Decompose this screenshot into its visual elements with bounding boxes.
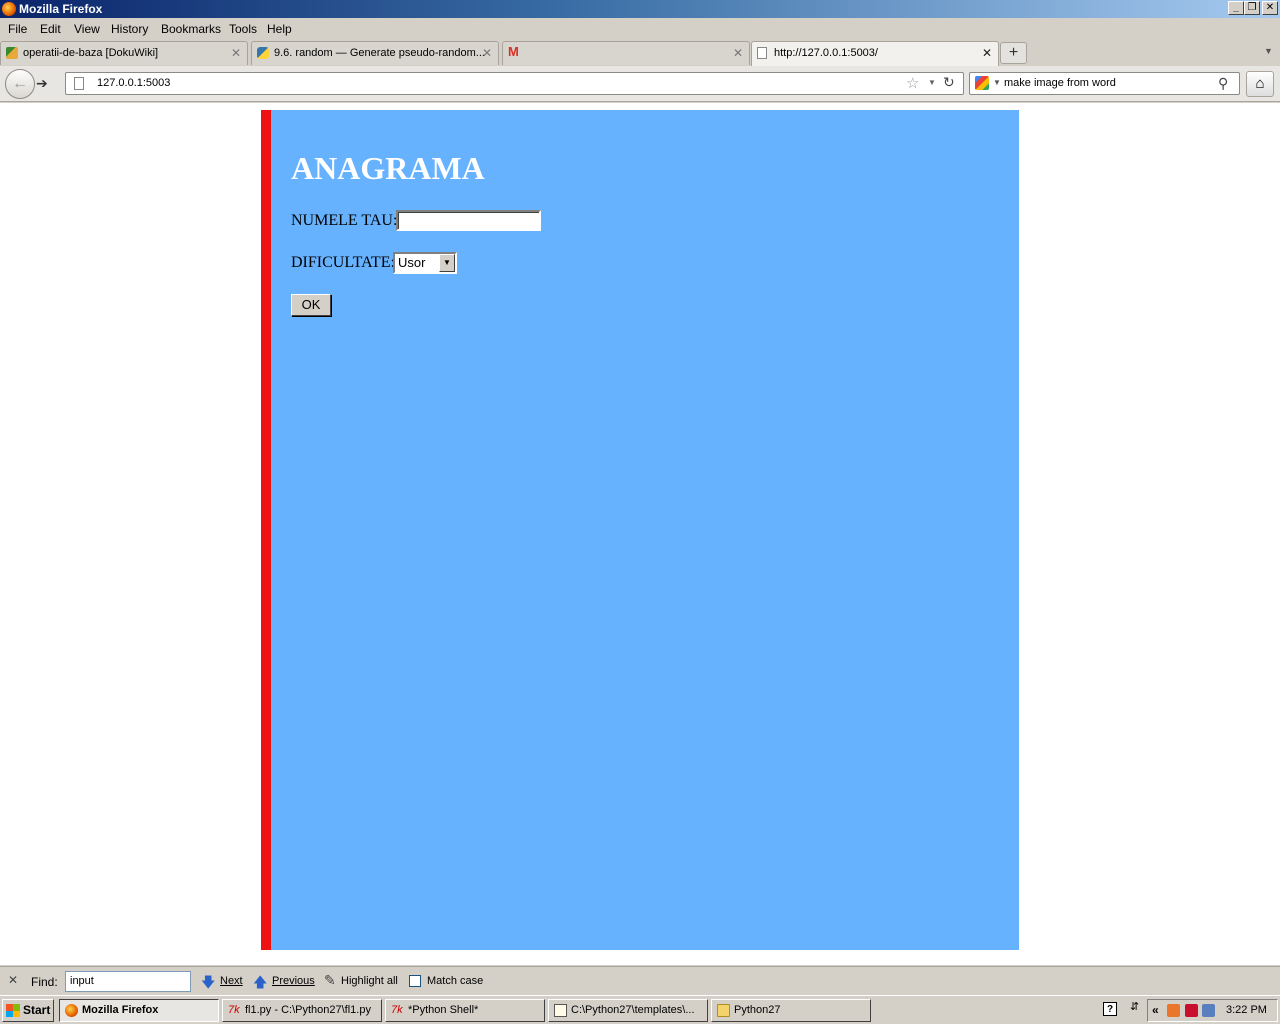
tab-gmail[interactable]: M ✕ [502,41,750,65]
menu-tools[interactable]: Tools [229,22,257,36]
acrobat-icon[interactable] [1185,1004,1198,1017]
taskbar-item-python-shell[interactable]: 7k *Python Shell* [385,999,545,1022]
search-engine-dropdown-icon[interactable]: ▼ [993,78,1001,87]
match-case-label[interactable]: Match case [427,975,483,987]
home-button[interactable]: ⌂ [1246,71,1274,97]
taskbar-item-label: Python27 [734,1004,781,1016]
window-title: Mozilla Firefox [19,2,103,16]
close-tab-icon[interactable]: ✕ [231,42,241,64]
start-label: Start [23,1003,51,1017]
arrow-up-icon[interactable]: 🡅 [253,972,267,996]
search-magnifier-icon[interactable]: ⚲ [1218,75,1228,92]
taskbar-item-firefox[interactable]: Mozilla Firefox [59,999,219,1022]
url-bar[interactable]: 127.0.0.1:5003 ☆ ▼ ↻ [65,72,964,95]
find-previous-button[interactable]: Previous [272,975,315,987]
name-input[interactable] [396,210,541,231]
highlight-all-button[interactable]: Highlight all [341,975,398,987]
chevron-down-icon[interactable]: ▼ [439,254,455,272]
close-tab-icon[interactable]: ✕ [982,42,992,64]
find-next-button[interactable]: Next [220,975,243,987]
google-engine-icon[interactable] [975,76,989,90]
clock[interactable]: 3:22 PM [1226,1004,1267,1016]
tab-title: 9.6. random — Generate pseudo-random... [274,47,485,59]
find-bar: ✕ Find: input 🡇 Next 🡅 Previous ✎ Highli… [0,966,1280,995]
taskbar-item-fl1-py[interactable]: 7k fl1.py - C:\Python27\fl1.py [222,999,382,1022]
menu-file[interactable]: File [8,22,27,36]
show-hidden-icons-chevron-icon[interactable]: « [1152,1003,1159,1017]
find-input[interactable]: input [65,971,191,992]
tab-title: operatii-de-baza [DokuWiki] [23,47,159,59]
close-find-bar-icon[interactable]: ✕ [8,973,18,987]
tab-list-chevron-icon[interactable]: ▼ [1264,46,1273,56]
forward-button[interactable]: ➔ [36,75,48,92]
anagrama-panel: ANAGRAMA NUMELE TAU: DIFICULTATE: Usor ▼… [261,110,1019,950]
difficulty-label: DIFICULTATE: [291,254,395,271]
back-arrow-icon: ← [12,75,28,92]
match-case-checkbox[interactable] [409,975,421,987]
window-titlebar: Mozilla Firefox _ ❐ ✕ [0,0,1280,18]
network-icon[interactable] [1202,1004,1215,1017]
windows-taskbar: Start Mozilla Firefox 7k fl1.py - C:\Pyt… [0,995,1280,1024]
menu-view[interactable]: View [74,22,100,36]
new-tab-button[interactable]: + [1000,42,1027,64]
start-button[interactable]: Start [2,999,54,1022]
page-viewport: ANAGRAMA NUMELE TAU: DIFICULTATE: Usor ▼… [0,103,1280,965]
taskbar-item-label: fl1.py - C:\Python27\fl1.py [245,1004,371,1016]
back-button[interactable]: ← [5,69,35,99]
menu-history[interactable]: History [111,22,148,36]
tab-title: http://127.0.0.1:5003/ [774,47,878,59]
home-icon: ⌂ [1255,75,1265,92]
menu-bar: File Edit View History Bookmarks Tools H… [0,18,1280,39]
highlighter-icon[interactable]: ✎ [324,972,336,989]
arrow-down-icon[interactable]: 🡇 [201,972,215,996]
bookmark-star-icon[interactable]: ☆ [906,74,919,92]
language-bar-icon[interactable]: ⇵ [1130,1000,1139,1013]
search-input[interactable]: make image from word [1004,77,1116,89]
idle-icon: 7k [391,1004,403,1016]
taskbar-item-label: Mozilla Firefox [82,1004,159,1016]
gmail-icon: M [508,44,519,59]
close-tab-icon[interactable]: ✕ [733,42,743,64]
taskbar-item-label: *Python Shell* [408,1004,479,1016]
dokuwiki-icon [6,47,18,59]
difficulty-select[interactable]: Usor ▼ [393,252,457,274]
page-title: ANAGRAMA [291,150,485,186]
forward-arrow-icon: ➔ [36,75,48,91]
navigation-toolbar: ← ➔ 127.0.0.1:5003 ☆ ▼ ↻ ▼ make image fr… [0,66,1280,102]
help-icon[interactable]: ? [1103,1002,1117,1016]
menu-edit[interactable]: Edit [40,22,61,36]
taskbar-item-label: C:\Python27\templates\... [571,1004,695,1016]
idle-icon: 7k [228,1004,240,1016]
tab-python-random[interactable]: 9.6. random — Generate pseudo-random... … [251,41,499,65]
site-identity-icon[interactable] [74,77,84,90]
difficulty-selected-value: Usor [398,255,426,270]
name-label: NUMELE TAU: [291,212,398,229]
find-label: Find: [31,975,58,989]
tab-strip: operatii-de-baza [DokuWiki] ✕ 9.6. rando… [0,39,1280,66]
page-icon [757,47,767,59]
firefox-logo-icon [2,2,16,16]
windows-logo-icon [6,1004,20,1017]
close-window-button[interactable]: ✕ [1262,1,1278,15]
menu-help[interactable]: Help [267,22,292,36]
folder-icon [717,1004,730,1017]
ok-button[interactable]: OK [291,294,331,316]
minimize-button[interactable]: _ [1228,1,1244,15]
tab-localhost[interactable]: http://127.0.0.1:5003/ ✕ [751,41,999,66]
system-tray: « 3:22 PM [1147,999,1278,1022]
url-text[interactable]: 127.0.0.1:5003 [97,77,170,89]
editor-icon [554,1004,567,1017]
taskbar-item-templates[interactable]: C:\Python27\templates\... [548,999,708,1022]
tray-app-icon[interactable] [1167,1004,1180,1017]
close-tab-icon[interactable]: ✕ [482,42,492,64]
taskbar-item-python27-folder[interactable]: Python27 [711,999,871,1022]
tab-dokuwiki[interactable]: operatii-de-baza [DokuWiki] ✕ [0,41,248,65]
search-bar[interactable]: ▼ make image from word ⚲ [969,72,1240,95]
python-icon [257,47,269,59]
menu-bookmarks[interactable]: Bookmarks [161,22,221,36]
url-history-dropdown-icon[interactable]: ▼ [928,78,936,87]
firefox-icon [65,1004,78,1017]
restore-button[interactable]: ❐ [1244,1,1260,15]
reload-icon[interactable]: ↻ [943,74,955,91]
